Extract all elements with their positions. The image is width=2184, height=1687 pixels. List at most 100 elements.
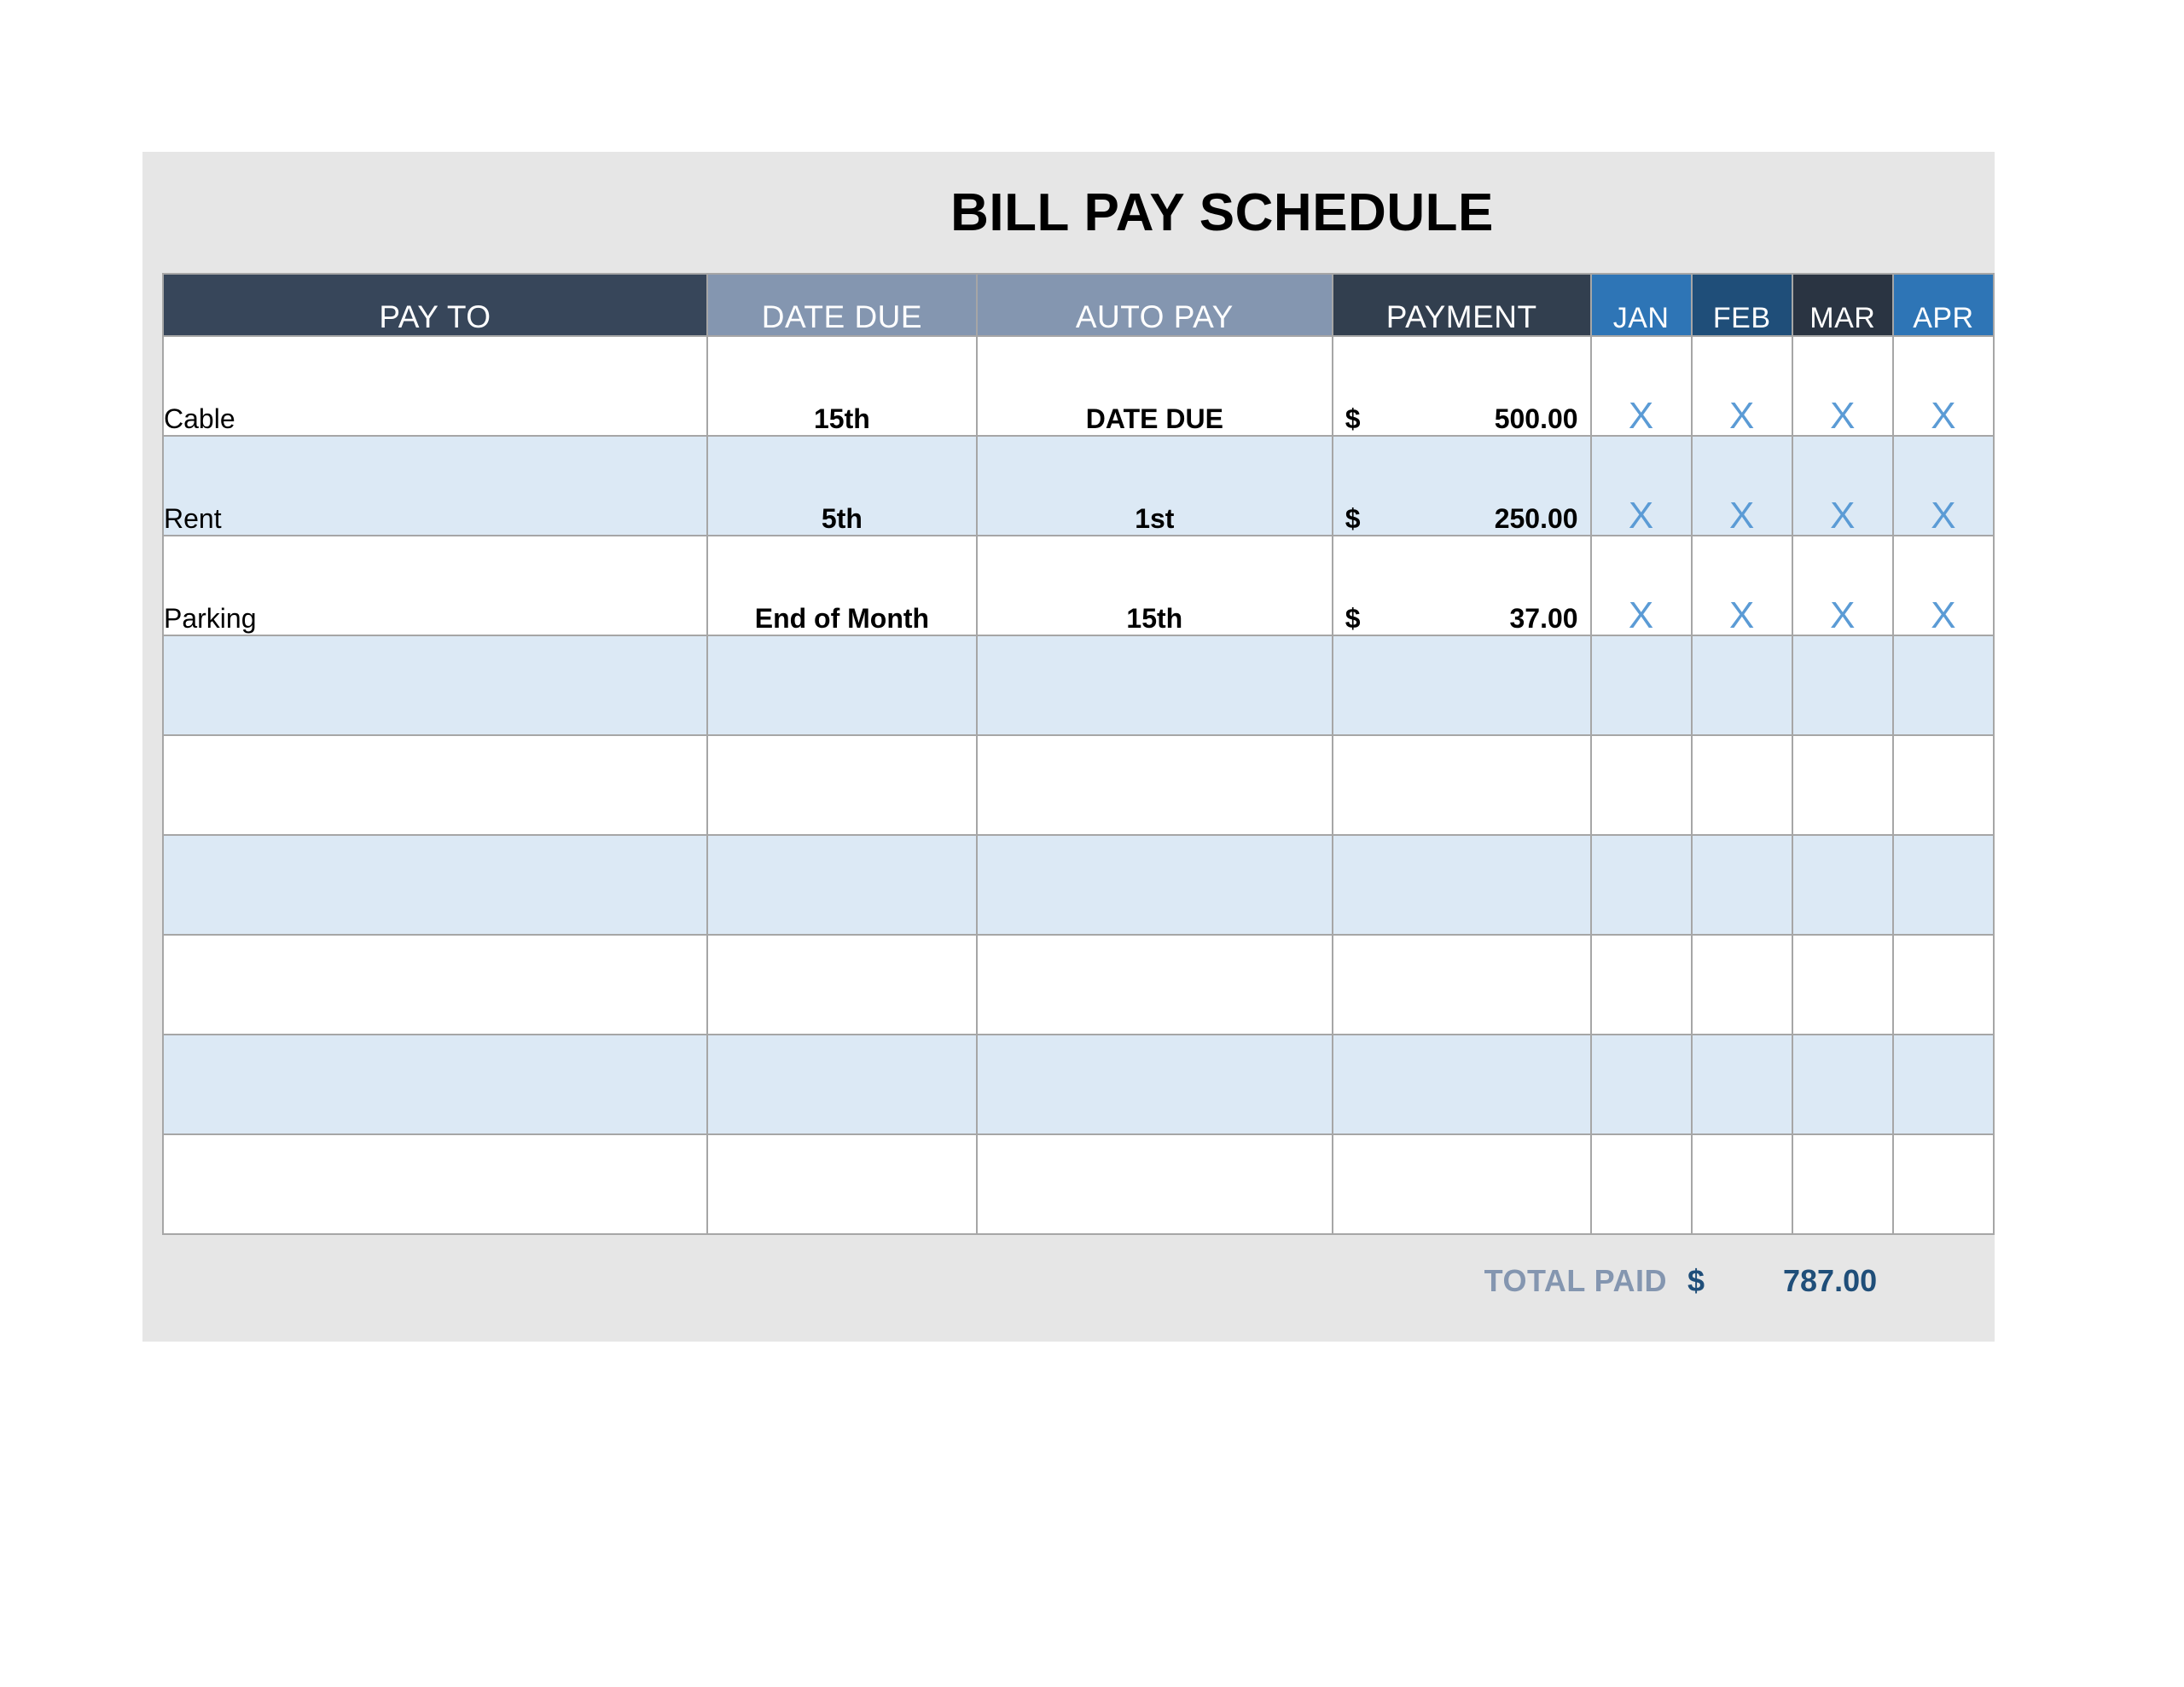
cell-month-jan[interactable]: X	[1589, 535, 1693, 636]
cell-month-mar[interactable]: X	[1791, 335, 1894, 437]
cell-month-feb[interactable]	[1690, 1034, 1793, 1135]
cell-date-due[interactable]	[706, 834, 978, 936]
cell-month-apr[interactable]: X	[1891, 535, 1995, 636]
column-header-month-apr[interactable]: APR	[1891, 273, 1995, 337]
cell-pay-to[interactable]	[162, 734, 708, 836]
cell-month-jan[interactable]	[1589, 734, 1693, 836]
cell-pay-to[interactable]	[162, 1034, 708, 1135]
cell-month-apr[interactable]	[1891, 1034, 1995, 1135]
page-title-container: BILL PAY SCHEDULE	[142, 152, 1995, 273]
cell-month-mar[interactable]	[1791, 1034, 1894, 1135]
column-header-pay-to[interactable]: PAY TO	[162, 273, 708, 337]
payment-amount: 500.00	[1494, 403, 1578, 434]
table-row: Cable 15th DATE DUE $500.00 X X X X	[162, 335, 1995, 437]
cell-month-feb[interactable]	[1690, 635, 1793, 736]
cell-month-feb[interactable]: X	[1690, 335, 1793, 437]
cell-month-apr[interactable]	[1891, 734, 1995, 836]
column-header-month-feb[interactable]: FEB	[1690, 273, 1793, 337]
cell-month-feb[interactable]	[1690, 934, 1793, 1035]
total-paid-amount: 787.00	[1783, 1263, 1878, 1298]
cell-month-feb[interactable]: X	[1690, 435, 1793, 536]
cell-payment[interactable]	[1331, 1133, 1592, 1235]
table-row: Rent 5th 1st $250.00 X X X X	[162, 435, 1995, 536]
cell-auto-pay[interactable]	[975, 1133, 1333, 1235]
cell-date-due[interactable]: 5th	[706, 435, 978, 536]
cell-date-due[interactable]	[706, 1133, 978, 1235]
cell-month-jan[interactable]	[1589, 1034, 1693, 1135]
cell-auto-pay[interactable]: DATE DUE	[975, 335, 1333, 437]
payment-currency-symbol: $	[1345, 403, 1361, 434]
cell-month-mar[interactable]	[1791, 834, 1894, 936]
cell-month-feb[interactable]	[1690, 1133, 1793, 1235]
column-header-date-due[interactable]: DATE DUE	[706, 273, 978, 337]
cell-month-mar[interactable]: X	[1791, 535, 1894, 636]
cell-month-apr[interactable]	[1891, 834, 1995, 936]
payment-value-wrapper: $500.00	[1333, 403, 1590, 435]
cell-month-feb[interactable]: X	[1690, 535, 1793, 636]
cell-date-due[interactable]	[706, 934, 978, 1035]
cell-date-due[interactable]: 15th	[706, 335, 978, 437]
cell-month-mar[interactable]	[1791, 1133, 1894, 1235]
bill-pay-schedule-sheet: BILL PAY SCHEDULE PAY TO DATE DUE AUTO P…	[0, 0, 2184, 1687]
cell-month-apr[interactable]: X	[1891, 335, 1995, 437]
column-header-auto-pay[interactable]: AUTO PAY	[975, 273, 1333, 337]
cell-month-apr[interactable]: X	[1891, 435, 1995, 536]
cell-date-due[interactable]	[706, 734, 978, 836]
cell-month-apr[interactable]	[1891, 934, 1995, 1035]
cell-date-due[interactable]: End of Month	[706, 535, 978, 636]
cell-month-apr[interactable]	[1891, 1133, 1995, 1235]
table-row	[162, 734, 1995, 836]
cell-pay-to[interactable]: Rent	[162, 435, 708, 536]
cell-month-mar[interactable]: X	[1791, 435, 1894, 536]
cell-pay-to[interactable]: Cable	[162, 335, 708, 437]
cell-payment[interactable]: $37.00	[1331, 535, 1592, 636]
table-row	[162, 1034, 1995, 1135]
cell-auto-pay[interactable]	[975, 635, 1333, 736]
cell-pay-to[interactable]	[162, 934, 708, 1035]
column-header-month-jan[interactable]: JAN	[1589, 273, 1693, 337]
cell-month-mar[interactable]	[1791, 934, 1894, 1035]
cell-month-jan[interactable]	[1589, 1133, 1693, 1235]
column-header-payment[interactable]: PAYMENT	[1331, 273, 1592, 337]
cell-month-mar[interactable]	[1791, 734, 1894, 836]
table-row	[162, 635, 1995, 736]
total-paid-label: TOTAL PAID	[1484, 1263, 1667, 1298]
cell-auto-pay[interactable]	[975, 934, 1333, 1035]
payment-currency-symbol: $	[1345, 503, 1361, 534]
cell-auto-pay[interactable]	[975, 1034, 1333, 1135]
cell-payment[interactable]	[1331, 734, 1592, 836]
cell-auto-pay[interactable]: 1st	[975, 435, 1333, 536]
cell-month-jan[interactable]	[1589, 934, 1693, 1035]
total-paid-row: TOTAL PAID $ 787.00	[142, 1247, 1995, 1315]
cell-date-due[interactable]	[706, 1034, 978, 1135]
payment-value-wrapper: $37.00	[1333, 603, 1590, 635]
cell-payment[interactable]	[1331, 635, 1592, 736]
column-header-month-mar[interactable]: MAR	[1791, 273, 1894, 337]
cell-pay-to[interactable]	[162, 635, 708, 736]
cell-pay-to[interactable]	[162, 1133, 708, 1235]
cell-month-jan[interactable]: X	[1589, 335, 1693, 437]
cell-month-feb[interactable]	[1690, 834, 1793, 936]
cell-payment[interactable]	[1331, 834, 1592, 936]
payment-amount: 250.00	[1494, 503, 1578, 534]
cell-month-jan[interactable]: X	[1589, 435, 1693, 536]
cell-payment[interactable]	[1331, 934, 1592, 1035]
cell-auto-pay[interactable]: 15th	[975, 535, 1333, 636]
cell-pay-to[interactable]	[162, 834, 708, 936]
payment-amount: 37.00	[1509, 603, 1578, 634]
cell-pay-to[interactable]: Parking	[162, 535, 708, 636]
table-row	[162, 1133, 1995, 1235]
cell-payment[interactable]: $500.00	[1331, 335, 1592, 437]
cell-payment[interactable]: $250.00	[1331, 435, 1592, 536]
cell-month-jan[interactable]	[1589, 834, 1693, 936]
cell-month-feb[interactable]	[1690, 734, 1793, 836]
cell-month-mar[interactable]	[1791, 635, 1894, 736]
table-body: Cable 15th DATE DUE $500.00 X X X X Rent 5th 1st $2…	[162, 335, 1995, 1235]
table-row: Parking End of Month 15th $37.00 X X X X	[162, 535, 1995, 636]
cell-date-due[interactable]	[706, 635, 978, 736]
cell-month-jan[interactable]	[1589, 635, 1693, 736]
cell-auto-pay[interactable]	[975, 734, 1333, 836]
cell-month-apr[interactable]	[1891, 635, 1995, 736]
cell-payment[interactable]	[1331, 1034, 1592, 1135]
cell-auto-pay[interactable]	[975, 834, 1333, 936]
